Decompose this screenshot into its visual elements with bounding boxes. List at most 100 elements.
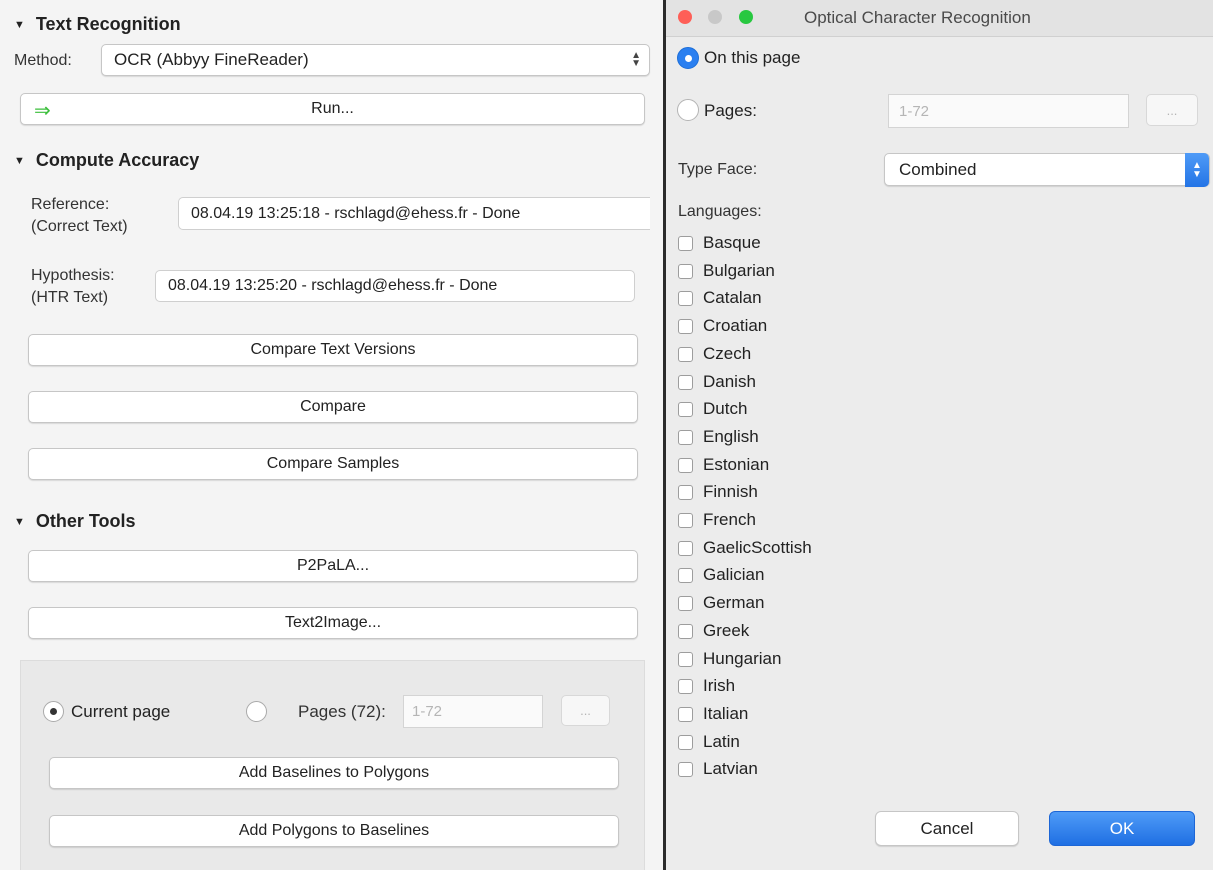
ok-button[interactable]: OK <box>1049 811 1195 846</box>
checkbox[interactable] <box>678 346 693 362</box>
language-checkbox-row[interactable]: Basque <box>678 229 761 257</box>
languages-label: Languages: <box>678 203 762 220</box>
language-checkbox-row[interactable]: German <box>678 589 764 617</box>
compare-text-versions-button[interactable]: Compare Text Versions <box>28 334 638 366</box>
compare-button[interactable]: Compare <box>28 391 638 423</box>
p2pala-button[interactable]: P2PaLA... <box>28 550 638 582</box>
on-this-page-radio[interactable] <box>677 47 699 69</box>
language-checkbox-row[interactable]: Latvian <box>678 755 758 783</box>
disclosure-triangle-icon[interactable]: ▼ <box>14 19 25 31</box>
checkbox[interactable] <box>678 318 693 334</box>
cancel-button[interactable]: Cancel <box>875 811 1019 846</box>
language-checkbox-row[interactable]: Catalan <box>678 284 762 312</box>
section-heading: Other Tools <box>35 511 136 531</box>
language-label: Estonian <box>703 455 770 474</box>
language-label: Dutch <box>703 399 748 418</box>
language-checkbox-row[interactable]: Hungarian <box>678 645 781 673</box>
language-checkbox-row[interactable]: French <box>678 506 756 534</box>
language-checkbox-row[interactable]: Danish <box>678 368 756 396</box>
section-other-tools[interactable]: ▼ Other Tools <box>14 511 136 532</box>
section-text-recognition[interactable]: ▼ Text Recognition <box>14 14 181 35</box>
pages-radio[interactable] <box>246 701 267 722</box>
add-polygons-button[interactable]: Add Polygons to Baselines <box>49 815 619 847</box>
checkbox[interactable] <box>678 457 693 473</box>
checkbox[interactable] <box>678 734 693 750</box>
language-checkbox-row[interactable]: Irish <box>678 672 735 700</box>
language-checkbox-row[interactable]: Latin <box>678 728 740 756</box>
add-baselines-button[interactable]: Add Baselines to Polygons <box>49 757 619 789</box>
checkbox[interactable] <box>678 263 693 279</box>
checkbox[interactable] <box>678 401 693 417</box>
hypothesis-field[interactable]: 08.04.19 13:25:20 - rschlagd@ehess.fr - … <box>155 270 635 302</box>
pages-radio[interactable] <box>677 99 699 121</box>
close-button[interactable] <box>678 10 692 24</box>
updown-chevron-icon: ▲ ▼ <box>631 50 641 69</box>
language-checkbox-row[interactable]: Estonian <box>678 451 769 479</box>
language-label: Danish <box>703 372 756 391</box>
pages-picker-button[interactable]: ... <box>1146 94 1198 126</box>
language-checkbox-row[interactable]: Dutch <box>678 395 747 423</box>
language-checkbox-row[interactable]: Croatian <box>678 312 767 340</box>
zoom-button[interactable] <box>739 10 753 24</box>
language-label: German <box>703 593 765 612</box>
updown-chevron-icon: ▲ ▼ <box>1185 153 1209 187</box>
current-page-label: Current page <box>71 702 171 721</box>
checkbox[interactable] <box>678 623 693 639</box>
compare-samples-button[interactable]: Compare Samples <box>28 448 638 480</box>
language-label: Latin <box>703 732 740 751</box>
text2image-button[interactable]: Text2Image... <box>28 607 638 639</box>
button-label: OK <box>1109 818 1135 838</box>
run-button[interactable]: ⇒ Run... <box>20 93 645 125</box>
pages-placeholder: 1-72 <box>899 102 930 120</box>
language-checkbox-row[interactable]: GaelicScottish <box>678 534 812 562</box>
method-value: OCR (Abbyy FineReader) <box>114 50 309 69</box>
pages-input[interactable]: 1-72 <box>888 94 1129 128</box>
language-checkbox-row[interactable]: Czech <box>678 340 751 368</box>
checkbox[interactable] <box>678 678 693 694</box>
button-label: Add Baselines to Polygons <box>238 764 430 781</box>
ellipsis-icon: ... <box>580 703 591 718</box>
run-label: Run... <box>311 100 354 117</box>
language-label: Czech <box>703 344 752 363</box>
current-page-radio[interactable] <box>43 701 64 722</box>
checkbox[interactable] <box>678 512 693 528</box>
section-heading: Text Recognition <box>35 14 181 34</box>
checkbox[interactable] <box>678 540 693 556</box>
minimize-button[interactable] <box>708 10 722 24</box>
section-heading: Compute Accuracy <box>35 150 200 170</box>
button-label: Compare <box>300 398 366 415</box>
language-label: Basque <box>703 233 761 252</box>
language-label: Finnish <box>703 482 758 501</box>
checkbox[interactable] <box>678 429 693 445</box>
language-checkbox-row[interactable]: English <box>678 423 759 451</box>
section-compute-accuracy[interactable]: ▼ Compute Accuracy <box>14 150 199 171</box>
button-label: Text2Image... <box>284 614 382 631</box>
language-checkbox-row[interactable]: Bulgarian <box>678 257 775 285</box>
pages-input[interactable]: 1-72 <box>403 695 543 728</box>
method-select[interactable]: OCR (Abbyy FineReader) ▲ ▼ <box>101 44 650 76</box>
language-checkbox-row[interactable]: Galician <box>678 561 764 589</box>
checkbox[interactable] <box>678 706 693 722</box>
language-checkbox-row[interactable]: Finnish <box>678 478 758 506</box>
checkbox[interactable] <box>678 595 693 611</box>
checkbox[interactable] <box>678 651 693 667</box>
reference-label-line1: Reference: <box>31 196 110 213</box>
ellipsis-icon: ... <box>1166 102 1178 118</box>
disclosure-triangle-icon[interactable]: ▼ <box>14 155 25 167</box>
checkbox[interactable] <box>678 290 693 306</box>
pages-placeholder: 1-72 <box>412 703 443 720</box>
checkbox[interactable] <box>678 235 693 251</box>
hypothesis-label-line1: Hypothesis: <box>31 267 115 284</box>
language-checkbox-row[interactable]: Greek <box>678 617 749 645</box>
typeface-select[interactable]: Combined ▲ ▼ <box>884 153 1210 187</box>
baselines-subpanel: Current page Pages (72): 1-72 ... Add Ba… <box>20 660 645 870</box>
disclosure-triangle-icon[interactable]: ▼ <box>14 516 25 528</box>
language-checkbox-row[interactable]: Italian <box>678 700 748 728</box>
checkbox[interactable] <box>678 374 693 390</box>
pages-picker-button[interactable]: ... <box>561 695 610 726</box>
checkbox[interactable] <box>678 484 693 500</box>
title-bar[interactable]: Optical Character Recognition <box>666 0 1213 37</box>
checkbox[interactable] <box>678 567 693 583</box>
checkbox[interactable] <box>678 761 693 777</box>
reference-field[interactable]: 08.04.19 13:25:18 - rschlagd@ehess.fr - … <box>178 197 650 230</box>
